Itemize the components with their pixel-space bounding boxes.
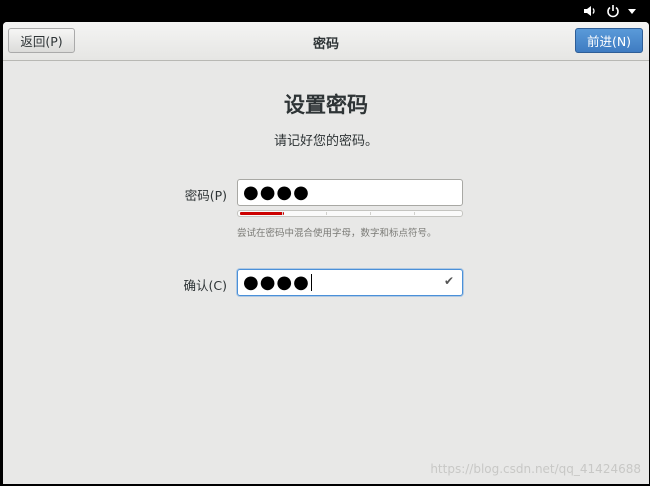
header-bar: 返回(P) 密码 前进(N) (3, 22, 649, 61)
text-cursor (310, 274, 312, 291)
password-hint: 尝试在密码中混合使用字母，数字和标点符号。 (237, 228, 437, 239)
confirm-label: 确认(C) (183, 278, 227, 293)
strength-divider (414, 212, 415, 215)
check-icon: ✔ (443, 274, 455, 288)
strength-divider (282, 212, 283, 215)
password-value: ●●●● (243, 182, 310, 203)
strength-fill (240, 212, 284, 215)
password-field[interactable]: ●●●● (237, 179, 463, 206)
strength-divider (370, 212, 371, 215)
next-button[interactable]: 前进(N) (575, 28, 643, 53)
password-strength-bar (237, 210, 463, 217)
volume-icon[interactable] (583, 3, 597, 19)
page-title: 设置密码 (284, 93, 368, 117)
top-bar (0, 0, 650, 22)
watermark: https://blog.csdn.net/qq_41424688 (430, 462, 641, 476)
confirm-password-field[interactable]: ●●●● ✔ (237, 269, 463, 296)
power-icon[interactable] (606, 3, 620, 19)
confirm-value: ●●●● (243, 272, 310, 293)
setup-window: 返回(P) 密码 前进(N) 设置密码 请记好您的密码。 密码(P) ●●●● … (3, 22, 649, 484)
header-title: 密码 (312, 37, 339, 52)
password-label: 密码(P) (184, 188, 227, 203)
menu-arrow-icon[interactable] (627, 3, 637, 19)
subtitle: 请记好您的密码。 (273, 134, 378, 149)
strength-divider (326, 212, 327, 215)
